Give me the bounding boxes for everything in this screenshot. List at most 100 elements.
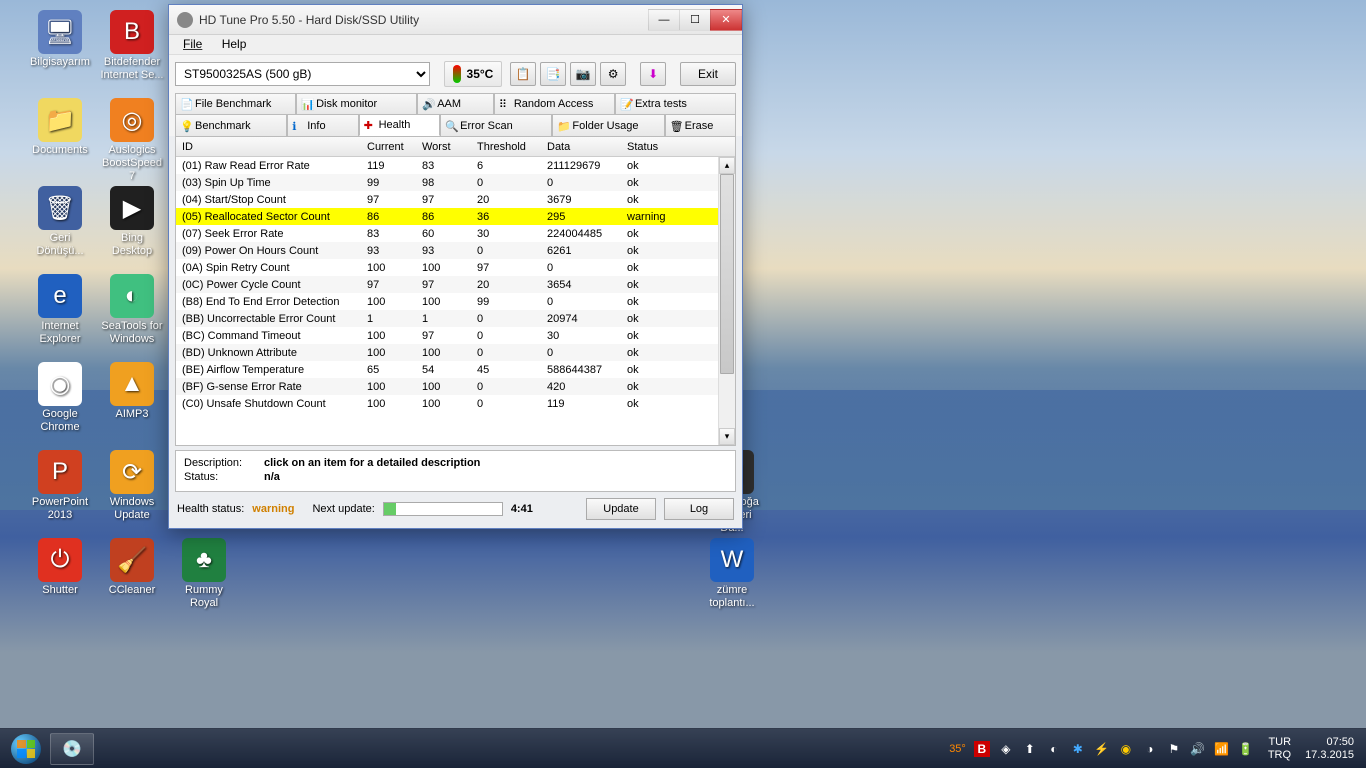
tray-battery-icon[interactable]: 🔋	[1238, 741, 1254, 757]
tray-temp[interactable]: 35°	[949, 743, 966, 755]
table-row[interactable]: (01) Raw Read Error Rate119836211129679o…	[176, 157, 735, 174]
save-button[interactable]: ⬇	[640, 62, 666, 86]
tray-bluetooth-icon[interactable]: ✱	[1070, 741, 1086, 757]
desktop-icon[interactable]: ⏻Shutter	[28, 538, 92, 597]
table-row[interactable]: (07) Seek Error Rate836030224004485ok	[176, 225, 735, 242]
desktop-icon[interactable]: 🧹CCleaner	[100, 538, 164, 597]
tab-error-scan[interactable]: 🔍Error Scan	[440, 114, 552, 136]
desktop-icon[interactable]: BBitdefender Internet Se...	[100, 10, 164, 82]
table-row[interactable]: (0A) Spin Retry Count100100970ok	[176, 259, 735, 276]
table-row[interactable]: (C0) Unsafe Shutdown Count1001000119ok	[176, 395, 735, 412]
col-worst[interactable]: Worst	[416, 141, 471, 153]
tab-info[interactable]: ℹInfo	[287, 114, 358, 136]
minimize-button[interactable]: —	[648, 9, 680, 31]
tray-volume-icon[interactable]: 🔊	[1190, 741, 1206, 757]
scroll-up-icon[interactable]: ▴	[719, 157, 735, 174]
tray-power-icon[interactable]: ⚡	[1094, 741, 1110, 757]
table-row[interactable]: (03) Spin Up Time999800ok	[176, 174, 735, 191]
app-icon: 🖥	[38, 10, 82, 54]
table-row[interactable]: (05) Reallocated Sector Count868636295wa…	[176, 208, 735, 225]
tray-icon-1[interactable]: ◈	[998, 741, 1014, 757]
chart-icon: 📊	[301, 98, 313, 110]
maximize-button[interactable]: ☐	[679, 9, 711, 31]
col-id[interactable]: ID	[176, 141, 361, 153]
icon-label: Bitdefender Internet Se...	[100, 56, 164, 82]
col-status[interactable]: Status	[621, 141, 701, 153]
desktop-icon[interactable]: ◎Auslogics BoostSpeed 7	[100, 98, 164, 183]
tab-erase[interactable]: 🗑Erase	[665, 114, 736, 136]
desktop-icon[interactable]: eInternet Explorer	[28, 274, 92, 346]
tray-lang[interactable]: TURTRQ	[1268, 736, 1291, 762]
app-icon: ♣	[182, 538, 226, 582]
app-icon: e	[38, 274, 82, 318]
app-icon: 📁	[38, 98, 82, 142]
tray-shield-icon[interactable]: ◉	[1118, 741, 1134, 757]
table-row[interactable]: (0C) Power Cycle Count9797203654ok	[176, 276, 735, 293]
table-row[interactable]: (B8) End To End Error Detection100100990…	[176, 293, 735, 310]
table-row[interactable]: (BF) G-sense Error Rate1001000420ok	[176, 378, 735, 395]
options-button[interactable]: ⚙	[600, 62, 626, 86]
desktop-icon[interactable]: 🖥Bilgisayarım	[28, 10, 92, 69]
table-row[interactable]: (BE) Airflow Temperature655445588644387o…	[176, 361, 735, 378]
desc-label: Description:	[184, 457, 264, 469]
search-icon: 🔍	[445, 120, 457, 132]
table-row[interactable]: (BD) Unknown Attribute10010000ok	[176, 344, 735, 361]
tab-aam[interactable]: 🔊AAM	[417, 93, 494, 114]
table-row[interactable]: (04) Start/Stop Count9797203679ok	[176, 191, 735, 208]
tray-icon-4[interactable]: ◑	[1142, 741, 1158, 757]
col-threshold[interactable]: Threshold	[471, 141, 541, 153]
desktop-icon[interactable]: ◉Google Chrome	[28, 362, 92, 434]
tab-extra-tests[interactable]: 📝Extra tests	[615, 93, 736, 114]
tab-file-benchmark[interactable]: 📄File Benchmark	[175, 93, 296, 114]
desktop-icon[interactable]: Wzümre toplantı...	[700, 538, 764, 610]
tab-random-access[interactable]: ⠿Random Access	[494, 93, 615, 114]
table-row[interactable]: (BB) Uncorrectable Error Count11020974ok	[176, 310, 735, 327]
tab-benchmark[interactable]: 💡Benchmark	[175, 114, 287, 136]
app-icon: ◐	[110, 274, 154, 318]
icon-label: PowerPoint 2013	[28, 496, 92, 522]
tab-health[interactable]: ✚Health	[359, 114, 441, 136]
desktop-icon[interactable]: ▲AIMP3	[100, 362, 164, 421]
table-row[interactable]: (09) Power On Hours Count939306261ok	[176, 242, 735, 259]
menu-help[interactable]: Help	[214, 35, 255, 53]
tray-bitdefender-icon[interactable]: B	[974, 741, 990, 757]
desktop-icon[interactable]: PPowerPoint 2013	[28, 450, 92, 522]
tray-flag-icon[interactable]: ⚑	[1166, 741, 1182, 757]
log-button[interactable]: Log	[664, 498, 734, 520]
update-button[interactable]: Update	[586, 498, 656, 520]
menu-file[interactable]: File	[175, 35, 210, 53]
scroll-down-icon[interactable]: ▾	[719, 428, 735, 445]
app-icon: B	[110, 10, 154, 54]
table-row[interactable]: (BC) Command Timeout10097030ok	[176, 327, 735, 344]
col-data[interactable]: Data	[541, 141, 621, 153]
tray-clock[interactable]: 07:5017.3.2015	[1305, 736, 1354, 762]
titlebar[interactable]: HD Tune Pro 5.50 - Hard Disk/SSD Utility…	[169, 5, 742, 35]
scroll-thumb[interactable]	[720, 174, 734, 374]
progress-bar	[383, 502, 503, 516]
start-button[interactable]	[6, 733, 46, 765]
app-icon: 🧹	[110, 538, 154, 582]
desktop-icon[interactable]: ⟳Windows Update	[100, 450, 164, 522]
icon-label: Geri Dönüşü...	[28, 232, 92, 258]
app-icon	[177, 12, 193, 28]
trash-icon: 🗑	[670, 120, 682, 132]
drive-select[interactable]: ST9500325AS (500 gB)	[175, 62, 430, 86]
desktop-icon[interactable]: ▶Bing Desktop	[100, 186, 164, 258]
exit-button[interactable]: Exit	[680, 62, 736, 86]
copy-screenshot-button[interactable]: 📑	[540, 62, 566, 86]
tray-icon-2[interactable]: ⬆	[1022, 741, 1038, 757]
scrollbar[interactable]: ▴ ▾	[718, 157, 735, 445]
col-current[interactable]: Current	[361, 141, 416, 153]
desktop-icon[interactable]: ♣Rummy Royal	[172, 538, 236, 610]
screenshot-button[interactable]: 📷	[570, 62, 596, 86]
desktop-icon[interactable]: 🗑Geri Dönüşü...	[28, 186, 92, 258]
desktop-icon[interactable]: 📁Documents	[28, 98, 92, 157]
tab-disk-monitor[interactable]: 📊Disk monitor	[296, 93, 417, 114]
tray-icon-3[interactable]: ◐	[1046, 741, 1062, 757]
tab-folder-usage[interactable]: 📁Folder Usage	[552, 114, 664, 136]
tray-network-icon[interactable]: 📶	[1214, 741, 1230, 757]
desktop-icon[interactable]: ◐SeaTools for Windows	[100, 274, 164, 346]
taskbar-item-hdtune[interactable]: 💿	[50, 733, 94, 765]
close-button[interactable]: ✕	[710, 9, 742, 31]
copy-info-button[interactable]: 📋	[510, 62, 536, 86]
